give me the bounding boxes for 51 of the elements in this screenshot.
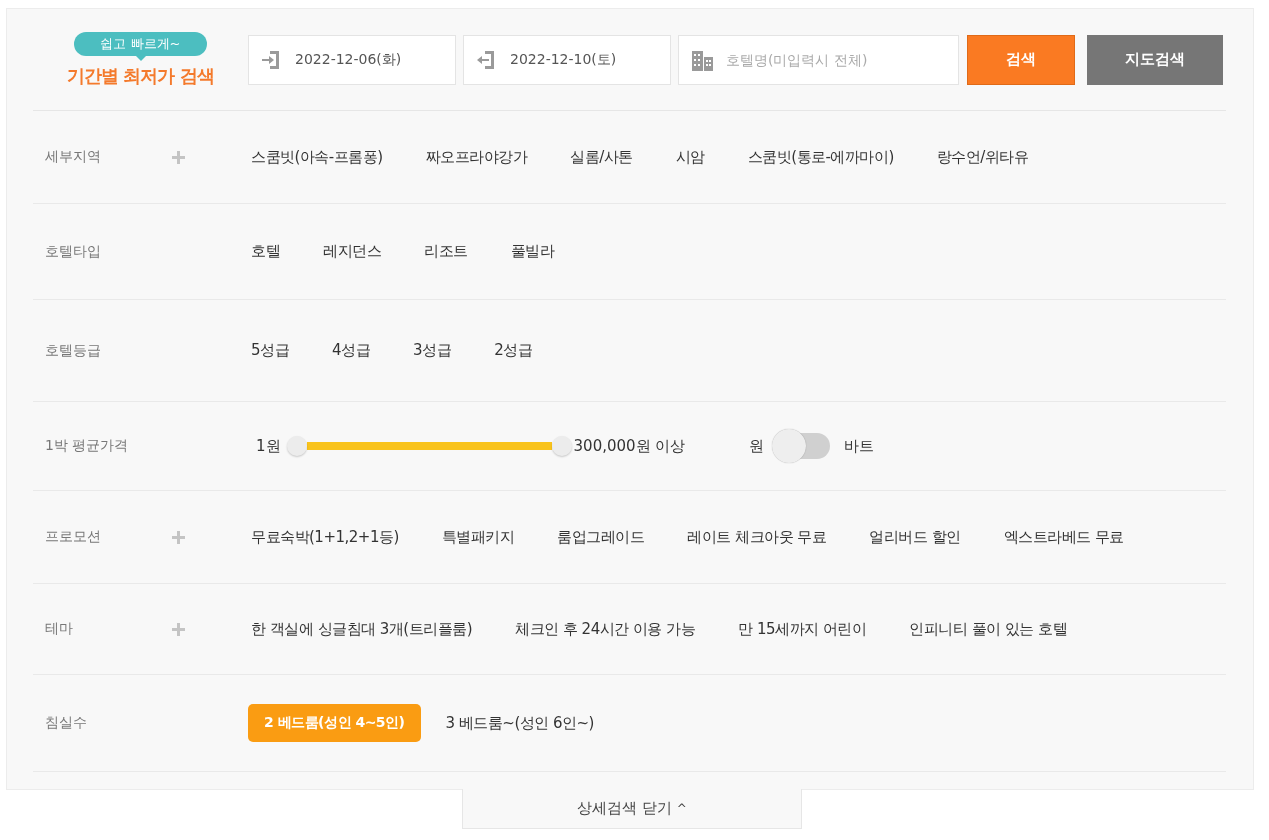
currency-label: 원 <box>749 436 765 456</box>
filter-option[interactable]: 체크인 후 24시간 이용 가능 <box>515 610 696 648</box>
filter-option[interactable]: 풀빌라 <box>510 232 554 271</box>
hotel-name-field[interactable]: 호텔명(미입력시 전체) <box>726 36 946 83</box>
filter-option[interactable]: 짜오프라야강가 <box>425 138 528 176</box>
filter-option[interactable]: 룸업그레이드 <box>557 518 645 556</box>
currency-label: 바트 <box>844 436 875 456</box>
filter-option[interactable]: 레지던스 <box>323 232 381 271</box>
bubble-tail-icon <box>135 55 146 61</box>
filter-option[interactable]: 무료숙박(1+1,2+1등) <box>251 518 399 556</box>
filter-option[interactable]: 시암 <box>675 138 705 176</box>
filter-option[interactable]: 2성급 <box>494 331 533 370</box>
filter-option[interactable]: 5성급 <box>251 331 290 370</box>
filter-label: 호텔타입 <box>45 242 102 261</box>
max-price-label: 300,000원 이상 <box>573 436 686 456</box>
door-arrow-in-icon <box>261 48 281 71</box>
filter-option[interactable]: 레이트 체크아웃 무료 <box>687 518 827 556</box>
filter-label: 호텔등급 <box>45 341 102 360</box>
filter-label: 테마 <box>45 620 74 638</box>
currency-toggle[interactable] <box>772 428 831 464</box>
hotel-search-box[interactable]: 호텔명(미입력시 전체) <box>678 34 959 85</box>
filter-option[interactable]: 만 15세까지 어린이 <box>738 610 867 648</box>
filter-label: 침실수 <box>45 714 88 732</box>
filter-option[interactable]: 리조트 <box>424 232 468 271</box>
checkout-date-field[interactable]: 2022-12-10(토) <box>463 34 671 85</box>
filter-option[interactable]: 엑스트라베드 무료 <box>1003 518 1124 556</box>
filter-option[interactable]: 스쿰빗(통로-에까마이) <box>747 138 894 176</box>
filter-option[interactable]: 얼리버드 할인 <box>869 518 961 556</box>
filter-option[interactable]: 4성급 <box>332 331 371 370</box>
checkin-date-field[interactable]: 2022-12-06(화) <box>248 34 456 85</box>
building-icon <box>691 48 714 71</box>
close-detail-search-tab[interactable]: 상세검색 닫기 ^ <box>462 789 802 829</box>
filter-option[interactable]: 3 베드룸~(성인 6인~) <box>445 704 594 742</box>
filter-option[interactable]: 실롬/사톤 <box>570 138 633 176</box>
filter-option[interactable]: 특별패키지 <box>441 518 515 556</box>
map-search-button[interactable]: 지도검색 <box>1087 34 1223 85</box>
filter-option[interactable]: 인피니티 풀이 있는 호텔 <box>909 610 1068 648</box>
search-title: 기간별 최저가 검색 <box>67 63 214 88</box>
filter-option[interactable]: 3성급 <box>413 331 452 370</box>
filter-option[interactable]: 스쿰빗(아속-프롬퐁) <box>251 138 383 176</box>
range-thumb[interactable] <box>286 436 307 456</box>
filter-label: 프로모션 <box>45 528 102 546</box>
filter-option[interactable]: 한 객실에 싱글침대 3개(트리플룸) <box>251 610 473 648</box>
filter-label: 1박 평균가격 <box>45 437 130 455</box>
door-arrow-out-icon <box>476 48 496 71</box>
filter-option[interactable]: 랑수언/위타유 <box>936 138 1029 176</box>
range-thumb[interactable] <box>551 436 572 456</box>
min-price-label: 1원 <box>256 436 281 456</box>
filter-label: 세부지역 <box>45 148 102 166</box>
filter-option[interactable]: 호텔 <box>251 232 280 271</box>
speech-bubble-label: 쉽고 빠르게~ <box>74 31 207 56</box>
